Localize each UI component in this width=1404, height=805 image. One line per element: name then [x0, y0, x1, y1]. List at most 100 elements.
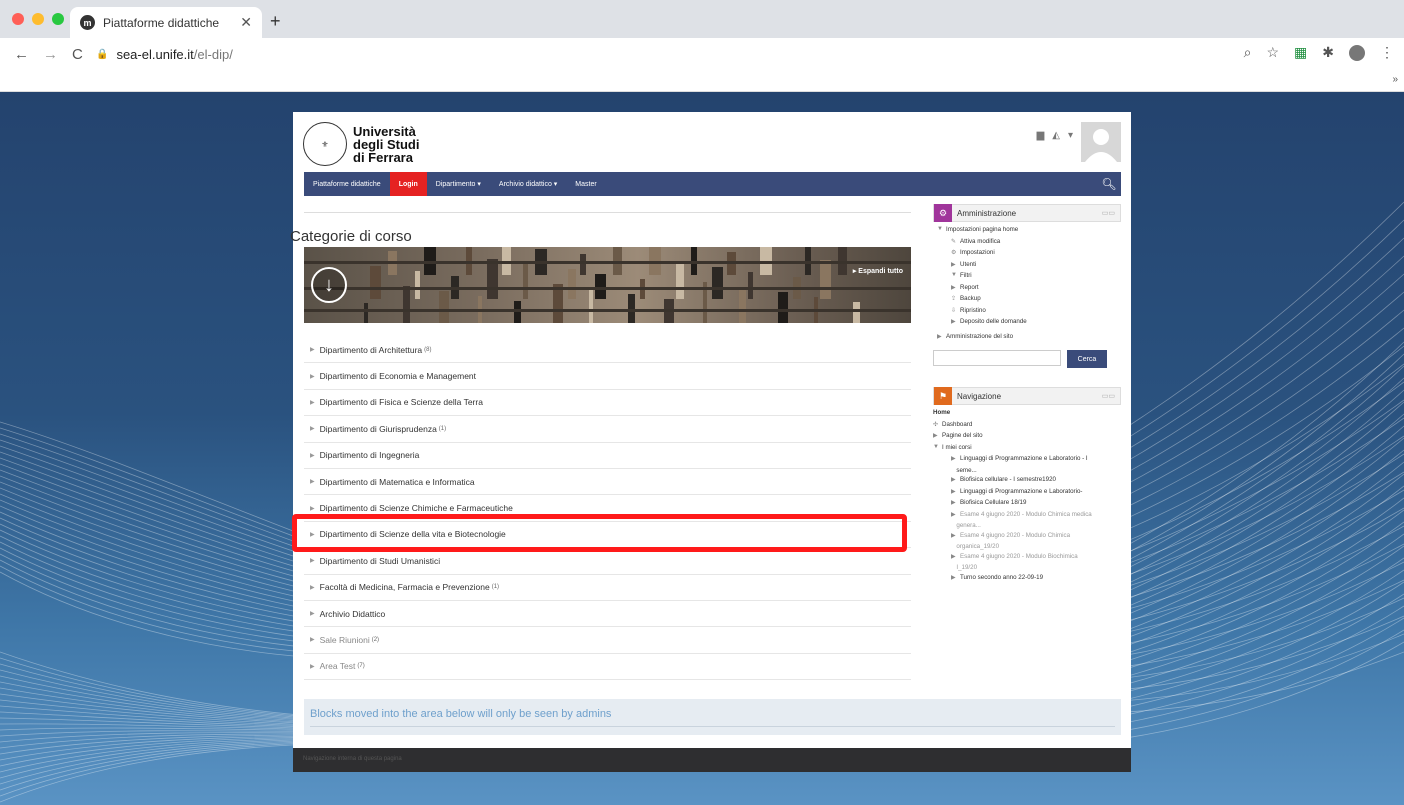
nav-tree-item[interactable]: ▼ I miei corsi	[933, 444, 1121, 456]
category-item[interactable]: ▶ Dipartimento di Matematica e Informatic…	[304, 469, 911, 496]
sheets-extension-icon[interactable]: ▦	[1294, 44, 1307, 61]
expand-triangle-icon[interactable]: ▶	[310, 584, 315, 591]
user-avatar[interactable]	[1081, 122, 1121, 162]
zoom-icon[interactable]: ⌕	[1244, 44, 1252, 61]
nav-piattaforme-didattiche[interactable]: Piattaforme didattiche	[304, 172, 390, 196]
expand-triangle-icon[interactable]: ▶	[310, 373, 315, 380]
browser-tab[interactable]: m Piattaforme didattiche ✕	[70, 7, 262, 38]
admin-tree-label: Attiva modifica	[960, 237, 1001, 245]
expand-triangle-icon[interactable]: ▶	[310, 399, 315, 406]
footer-text: Navigazione interna di questa pagina	[303, 756, 402, 762]
category-item[interactable]: ▶ Dipartimento di Ingegneria	[304, 443, 911, 469]
nav-tree-item[interactable]: ▶ Turno secondo anno 22-09-19	[933, 574, 1121, 586]
admin-tree-item[interactable]: ▶ Deposito delle domande	[933, 318, 1121, 330]
nav-archivio-didattico[interactable]: Archivio didattico ▾	[490, 172, 566, 196]
expand-triangle-icon[interactable]: ▶	[310, 346, 315, 353]
forward-arrow-icon[interactable]: →	[43, 46, 58, 63]
nav-tree-item[interactable]: ▶ Esame 4 giugno 2020 - Modulo Biochimica	[933, 553, 1121, 565]
minimize-window-button[interactable]	[32, 13, 44, 25]
category-item[interactable]: ▶ Sale Riunioni (2)	[304, 627, 911, 654]
messages-icon[interactable]: ▆	[1037, 130, 1045, 141]
university-seal-icon: ⚜	[303, 122, 347, 166]
admin-tree-label: Impostazioni	[960, 249, 995, 256]
university-logo[interactable]: ⚜ Università degli Studi di Ferrara	[303, 122, 419, 166]
category-item[interactable]: ▶ Archivio Didattico	[304, 601, 911, 628]
search-button[interactable]: Cerca	[1067, 350, 1107, 368]
nav-master[interactable]: Master	[566, 172, 605, 196]
admin-tree-item[interactable]: ⇪ Backup	[933, 295, 1121, 307]
nav-login[interactable]: Login	[389, 172, 427, 196]
category-label: Dipartimento di Architettura	[319, 344, 423, 355]
admin-tree-item[interactable]: ▶ Amministrazione del sito	[933, 333, 1121, 345]
bookmark-star-icon[interactable]: ☆	[1266, 44, 1279, 61]
nav-tree-item[interactable]: ▶ Esame 4 giugno 2020 - Modulo Chimica	[933, 532, 1121, 544]
admin-tree-item[interactable]: ▶ Report	[933, 284, 1121, 296]
block-controls-icon[interactable]: ▭▭	[1102, 209, 1115, 217]
expand-triangle-icon[interactable]: ▶	[310, 478, 315, 485]
extensions-puzzle-icon[interactable]: ✱	[1322, 44, 1334, 61]
category-label: Dipartimento di Scienze Chimiche e Farma…	[319, 503, 513, 514]
expand-icon: ▶	[951, 319, 956, 325]
close-window-button[interactable]	[12, 13, 24, 25]
menu-kebab-icon[interactable]: ⋮	[1380, 44, 1394, 61]
nav-tree-item[interactable]: ▶ Biofisica cellulare - I semestre1920	[933, 476, 1121, 488]
category-label: Facoltà di Medicina, Farmacia e Prevenzi…	[319, 582, 490, 593]
category-count: (8)	[424, 346, 432, 353]
nav-tree-item[interactable]: ✣ Dashboard	[933, 421, 1121, 433]
expand-icon: ▶	[951, 261, 956, 268]
category-item[interactable]: ▶ Dipartimento di Studi Umanistici	[304, 548, 911, 575]
back-arrow-icon[interactable]: ←	[14, 46, 29, 63]
book-decoration	[820, 260, 831, 299]
block-controls-icon[interactable]: ▭▭	[1102, 392, 1115, 400]
category-item[interactable]: ▶ Dipartimento di Economia e Management	[304, 363, 911, 390]
category-item[interactable]: ▶ Facoltà di Medicina, Farmacia e Prevenz…	[304, 575, 911, 601]
admin-tree-item[interactable]: ⇩ Ripristino	[933, 307, 1121, 319]
admin-tree-item[interactable]: ▶ Utenti	[933, 261, 1121, 273]
nav-tree-item[interactable]: Home	[933, 409, 1121, 421]
profile-avatar-icon[interactable]	[1349, 44, 1365, 61]
book-decoration	[403, 286, 410, 323]
new-tab-icon[interactable]: +	[270, 11, 281, 32]
admin-search-input[interactable]	[933, 350, 1061, 366]
nav-tree-item[interactable]: ▶ Esame 4 giugno 2020 - Modulo Chimica me…	[933, 511, 1121, 523]
url-field[interactable]: 🔒 sea-el.unife.it/el-dip/	[96, 42, 233, 66]
maximize-window-button[interactable]	[52, 13, 64, 25]
admin-tree-item[interactable]: ⚙ Impostazioni	[933, 249, 1121, 261]
expand-all-link[interactable]: ▸ Espandi tutto	[853, 267, 903, 275]
expand-down-arrow-icon[interactable]: ↓	[311, 267, 347, 303]
user-menu-chevron-icon[interactable]: ▾	[1068, 130, 1073, 141]
admin-tree-item[interactable]: ✎ Attiva modifica	[933, 238, 1121, 250]
nav-tree-label: I_19/20	[956, 564, 978, 571]
reload-icon[interactable]: C	[72, 46, 83, 63]
book-decoration	[712, 267, 723, 299]
bookmarks-more-icon[interactable]: »	[1392, 74, 1398, 85]
category-item[interactable]: ▶ Dipartimento di Architettura (8)	[304, 337, 911, 364]
logo-line-1: Università	[353, 123, 416, 139]
expand-triangle-icon[interactable]: ▶	[310, 663, 315, 670]
close-tab-icon[interactable]: ✕	[240, 14, 252, 31]
expand-triangle-icon[interactable]: ▶	[310, 610, 315, 617]
notifications-bell-icon[interactable]: ◭	[1052, 130, 1060, 141]
category-item[interactable]: ▶ Dipartimento di Giurisprudenza (1)	[304, 416, 911, 443]
tree-node-icon: ✣	[933, 421, 939, 428]
search-icon[interactable]: 🔍︎	[1097, 172, 1121, 196]
nav-tree-item[interactable]: ▶ Biofisica Cellulare 18/19	[933, 499, 1121, 511]
category-label: Dipartimento di Matematica e Informatica	[319, 476, 475, 487]
expand-triangle-icon[interactable]: ▶	[310, 557, 315, 564]
admin-tree-item[interactable]: ▼ Impostazioni pagina home	[933, 226, 1121, 238]
category-item[interactable]: ▶ Dipartimento di Fisica e Scienze della …	[304, 390, 911, 417]
category-item[interactable]: ▶ Area Test (7)	[304, 654, 911, 681]
category-label: Archivio Didattico	[319, 608, 386, 619]
expand-triangle-icon[interactable]: ▶	[310, 425, 315, 432]
nav-dipartimento[interactable]: Dipartimento ▾	[427, 172, 490, 196]
admin-tree-item[interactable]: ▼ Filtri	[933, 272, 1121, 284]
bookshelf-line	[304, 309, 911, 312]
expand-triangle-icon[interactable]: ▶	[310, 505, 315, 512]
nav-tree-item[interactable]: ▶ Linguaggi di Programmazione e Laborator…	[933, 488, 1121, 500]
expand-triangle-icon[interactable]: ▶	[310, 452, 315, 459]
expand-triangle-icon[interactable]: ▶	[310, 636, 315, 643]
nav-tree-item[interactable]: ▶ Linguaggi di Programmazione e Laborator…	[933, 455, 1121, 467]
nav-tree-item[interactable]: ▶ Pagine del sito	[933, 432, 1121, 444]
book-decoration	[568, 269, 576, 299]
nav-tree-label: Turno secondo anno 22-09-19	[960, 573, 1044, 581]
